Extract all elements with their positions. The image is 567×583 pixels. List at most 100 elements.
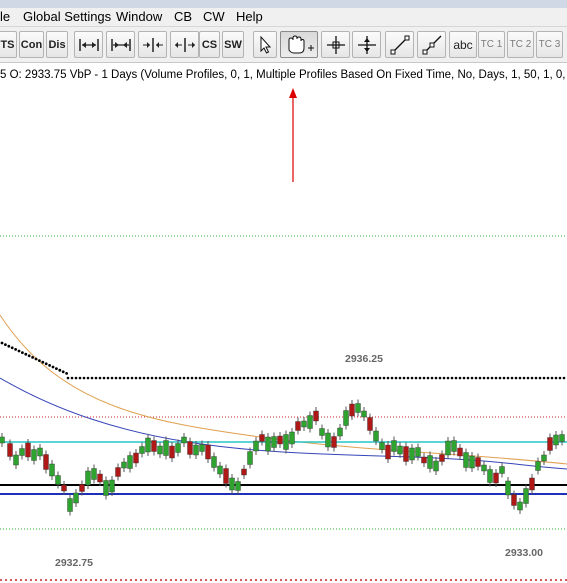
scale-expand-icon [174,37,195,52]
candle-body [325,432,331,448]
menu-file[interactable]: le [0,9,10,24]
connect-label: Con [20,38,43,51]
menu-window[interactable]: Window [116,9,162,24]
price-chart[interactable] [0,62,567,583]
level-dot [362,376,366,380]
trail-dot [34,357,38,361]
level-dot [266,376,270,380]
level-dot [462,376,466,380]
menu-global-settings[interactable]: Global Settings [23,9,111,24]
candle-body [271,436,277,448]
candle-body [427,455,433,469]
connect-button[interactable]: Con [19,31,44,58]
candle-body [19,448,25,456]
tc1-label: TC 1 [480,39,503,50]
candle-body [337,427,343,437]
menu-cw[interactable]: CW [203,9,225,24]
level-dot [250,376,254,380]
menu-cb[interactable]: CB [174,9,192,24]
candle-body [67,498,73,512]
level-dot [542,376,546,380]
level-dot [130,376,134,380]
crosshair-icon [326,35,345,54]
trail-dot [31,356,34,359]
cursor-line-button[interactable] [352,31,381,58]
level-dot [410,376,414,380]
bar-spacing-increase-button[interactable] [106,31,135,58]
candle-body [115,467,121,477]
level-dot [490,376,494,380]
level-dot [470,376,474,380]
candle-body [43,454,49,470]
level-dot [510,376,514,380]
level-dot [70,376,74,380]
menu-help[interactable]: Help [236,9,263,24]
candle-body [553,434,559,446]
pointer-button[interactable] [253,31,277,58]
crosshair-button[interactable] [321,31,350,58]
candle-body [241,468,247,476]
candle-body [331,436,337,448]
candle-body [163,440,169,456]
tc3-label: TC 3 [538,39,561,50]
candle-body [55,475,61,485]
dts-button[interactable]: DTS [0,31,17,58]
level-dot [90,376,94,380]
level-dot [406,376,410,380]
candle-body [13,454,19,466]
candle-body [109,479,115,493]
candle-body [175,443,181,453]
level-dot [110,376,114,380]
text-tool-button[interactable]: abc [449,31,477,58]
candle-body [79,484,85,492]
candle-body [61,484,67,492]
level-dot [350,376,354,380]
candle-body [505,480,511,496]
ray-tool-button[interactable] [417,31,446,58]
level-dot [222,376,226,380]
bar-spacing-decrease-button[interactable] [74,31,103,58]
trail-dot [38,359,41,362]
candle-body [439,454,445,462]
scale-expand-button[interactable] [170,31,199,58]
high-price-label: 2936.25 [345,353,383,365]
line-tool-button[interactable] [385,31,414,58]
trail-dot [41,360,45,364]
level-dot [126,376,130,380]
level-dot [242,376,246,380]
trail-dot [21,351,24,354]
sw-button[interactable]: SW [222,31,244,58]
level-dot [530,376,534,380]
chart-study-info: 5 O: 2933.75 VbP - 1 Days (Volume Profil… [0,69,566,81]
candle-body [355,403,361,413]
disconnect-button[interactable]: Dis [46,31,68,58]
trail-dot [0,341,4,345]
hand-pan-button[interactable] [280,31,318,58]
candle-body [451,440,457,452]
cs-button[interactable]: CS [199,31,220,58]
level-dot [434,376,438,380]
level-dot [554,376,558,380]
candle-body [391,440,397,452]
candle-body [367,417,373,431]
tc1-button[interactable]: TC 1 [478,31,505,58]
tc3-button[interactable]: TC 3 [536,31,563,58]
candle-body [0,436,5,444]
candle-body [313,410,319,422]
cursor-line-icon [357,35,376,54]
trail-dot [58,368,62,372]
level-dot [430,376,434,380]
tc2-button[interactable]: TC 2 [507,31,534,58]
level-dot [226,376,230,380]
scale-compress-button[interactable] [138,31,167,58]
candle-body [295,421,301,431]
level-dot [270,376,274,380]
level-dot [158,376,162,380]
level-dot [190,376,194,380]
title-bar [0,0,567,8]
trail-dot [55,367,58,370]
level-dot [146,376,150,380]
level-dot [170,376,174,380]
level-dot [294,376,298,380]
trail-dot [48,364,51,367]
